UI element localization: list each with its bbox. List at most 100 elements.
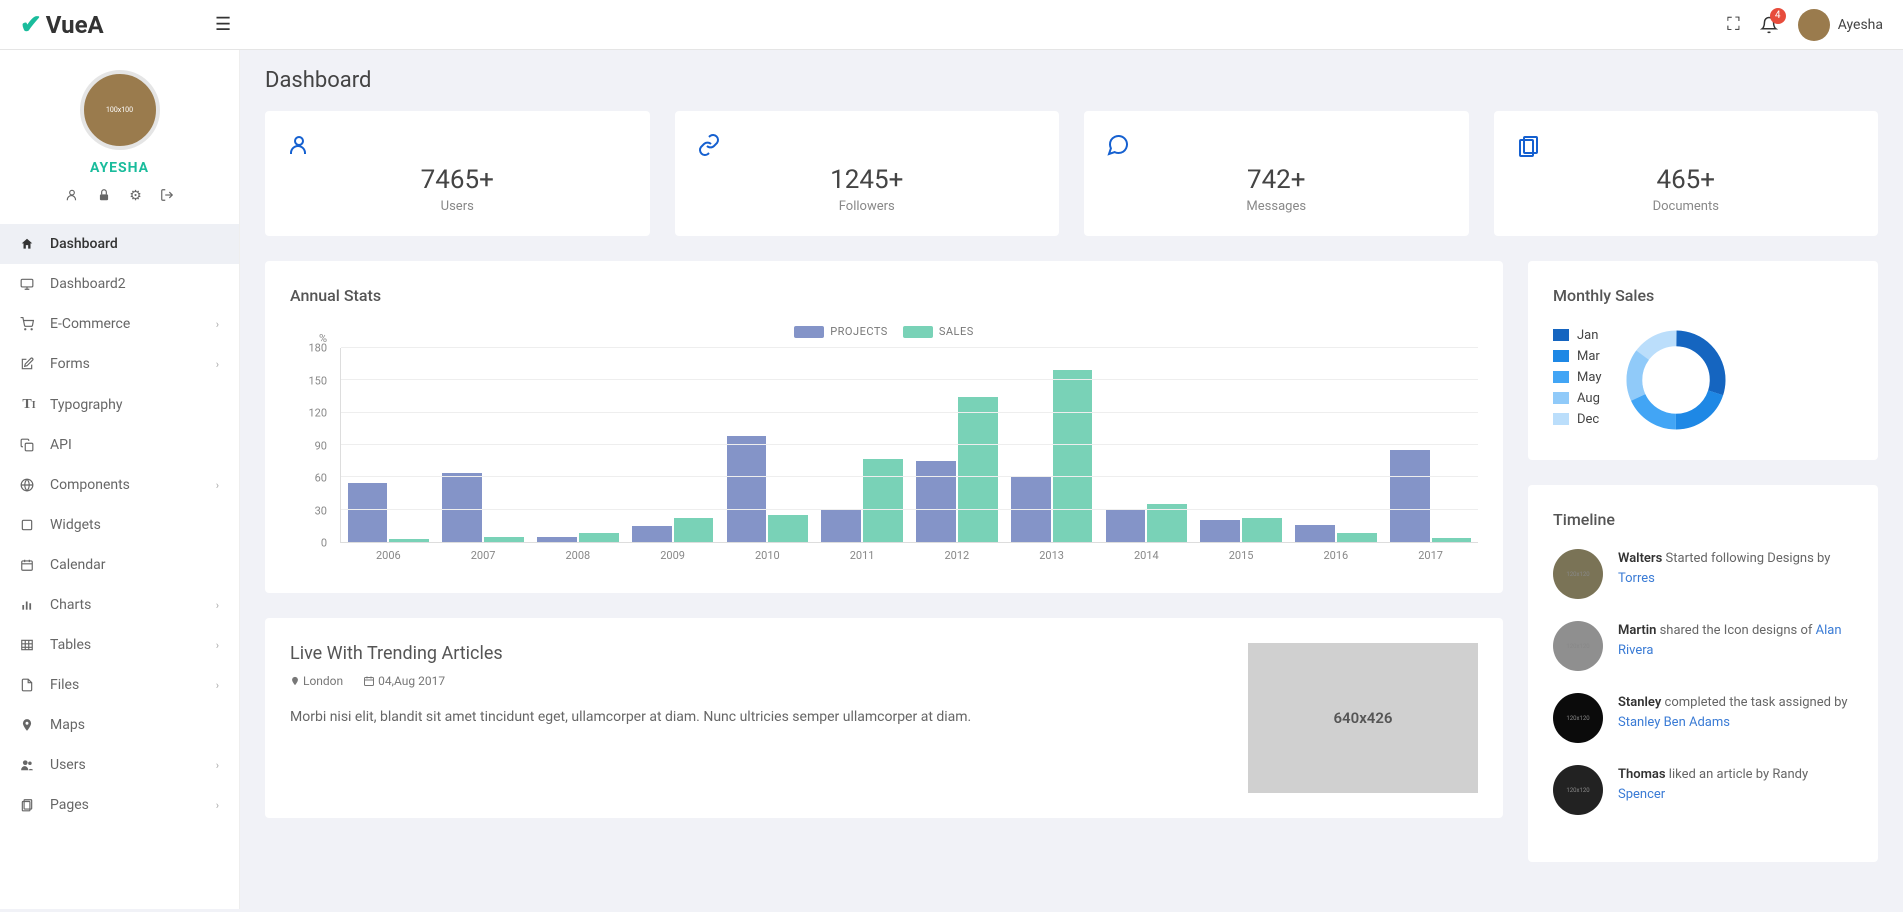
timeline-avatar[interactable]: 120x120 [1553,621,1603,671]
sidebar-item-e-commerce[interactable]: E-Commerce› [0,304,239,344]
monthly-sales-card: Monthly Sales Jan Mar May Aug Dec [1528,261,1878,460]
legend-swatch [1553,371,1569,383]
monthly-legend-item[interactable]: Jan [1553,328,1601,343]
x-label: 2015 [1194,549,1289,562]
hamburger-icon[interactable]: ☰ [215,14,231,35]
stats-row: 7465+Users1245+Followers742+Messages465+… [265,111,1878,236]
bar-group: 2016 [1289,348,1384,542]
bar-sales[interactable] [1242,518,1282,542]
sidebar-item-dashboard2[interactable]: Dashboard2 [0,264,239,304]
legend-item[interactable]: PROJECTS [794,325,888,338]
logo-check-icon: ✔ [20,10,42,40]
bar-group: 2010 [720,348,815,542]
bar-projects[interactable] [1106,510,1146,542]
x-label: 2012 [910,549,1005,562]
bar-sales[interactable] [484,537,524,542]
monthly-legend-item[interactable]: Aug [1553,391,1601,406]
bar-chart: % 0306090120150180 200620072008200920102… [290,348,1478,568]
sidebar-item-label: Calendar [50,557,106,573]
right-col: Monthly Sales Jan Mar May Aug Dec [1528,261,1878,887]
bar-sales[interactable] [768,515,808,542]
bar-sales[interactable] [389,539,429,542]
legend-item[interactable]: SALES [903,325,974,338]
sidebar-item-tables[interactable]: Tables › [0,625,239,665]
bar-sales[interactable] [674,518,714,542]
sidebar-item-forms[interactable]: Forms› [0,344,239,384]
gridline [341,412,1478,413]
timeline-avatar[interactable]: 120x120 [1553,549,1603,599]
sidebar-item-api[interactable]: API [0,425,239,465]
timeline-avatar[interactable]: 120x120 [1553,693,1603,743]
sidebar-item-label: Dashboard [50,236,118,252]
pin-icon [20,718,38,732]
profile-lock-icon[interactable] [97,188,111,204]
table-icon [20,638,38,652]
bar-sales[interactable] [958,397,998,543]
sidebar-item-label: Tables [50,637,91,653]
bar-projects[interactable] [1200,520,1240,542]
bar-sales[interactable] [1053,370,1093,542]
chevron-right-icon: › [216,639,219,652]
bar-projects[interactable] [537,537,577,542]
profile-logout-icon[interactable] [160,188,174,204]
chart-icon [20,598,38,612]
sidebar-item-charts[interactable]: Charts › [0,585,239,625]
bar-projects[interactable] [1390,450,1430,542]
chevron-right-icon: › [216,599,219,612]
bar-projects[interactable] [821,510,861,542]
bar-projects[interactable] [632,526,672,542]
stat-label: Documents [1516,199,1857,214]
legend-swatch [1553,350,1569,362]
content: 7465+Users1245+Followers742+Messages465+… [240,111,1903,912]
monthly-sales-title: Monthly Sales [1553,286,1853,305]
notifications-icon[interactable]: 4 [1760,16,1778,34]
bar-sales[interactable] [863,459,903,542]
legend-swatch [1553,329,1569,341]
monthly-legend-item[interactable]: Mar [1553,349,1601,364]
bar-sales[interactable] [579,533,619,542]
bar-group: 2013 [1004,348,1099,542]
timeline-link[interactable]: Stanley Ben Adams [1618,715,1730,730]
timeline-avatar[interactable]: 120x120 [1553,765,1603,815]
sidebar-item-pages[interactable]: Pages› [0,785,239,825]
bar-sales[interactable] [1147,504,1187,542]
legend-swatch [1553,413,1569,425]
sidebar-item-dashboard[interactable]: Dashboard [0,224,239,264]
bar-projects[interactable] [916,461,956,542]
bar-projects[interactable] [442,473,482,542]
timeline-link[interactable]: Torres [1618,571,1655,586]
bar-sales[interactable] [1337,533,1377,542]
article-location: London [290,674,343,688]
sidebar-item-label: Charts [50,597,91,613]
bar-projects[interactable] [348,483,388,542]
fullscreen-icon[interactable]: ⛶ [1727,14,1740,35]
bar-projects[interactable] [727,436,767,542]
bar-sales[interactable] [1432,538,1472,542]
logo[interactable]: ✔ VueA [20,10,200,40]
legend-label: Dec [1577,412,1599,427]
sidebar: 100x100 AYESHA ⚙ DashboardDashboard2E-Co… [0,50,240,909]
bar-projects[interactable] [1295,525,1335,542]
profile-user-icon[interactable] [65,188,79,204]
sidebar-item-calendar[interactable]: Calendar [0,545,239,585]
sidebar-item-typography[interactable]: TITypography [0,384,239,425]
monthly-legend-item[interactable]: May [1553,370,1601,385]
notification-badge: 4 [1770,8,1786,24]
home-icon [20,237,38,251]
file-icon [20,678,38,692]
sidebar-item-users[interactable]: Users› [0,745,239,785]
sidebar-item-maps[interactable]: Maps [0,705,239,745]
user-menu[interactable]: Ayesha [1798,9,1883,41]
timeline-link[interactable]: Spencer [1618,787,1665,802]
sidebar-item-widgets[interactable]: Widgets [0,505,239,545]
sidebar-item-files[interactable]: Files› [0,665,239,705]
sidebar-item-components[interactable]: Components› [0,465,239,505]
profile-gear-icon[interactable]: ⚙ [129,188,142,204]
timeline-card: Timeline 120x120Walters Started followin… [1528,485,1878,862]
bar-projects[interactable] [1011,477,1051,542]
stat-card-users: 7465+Users [265,111,650,236]
profile-avatar[interactable]: 100x100 [80,70,160,150]
x-label: 2016 [1289,549,1384,562]
monthly-legend-item[interactable]: Dec [1553,412,1601,427]
y-tick: 150 [308,374,327,387]
